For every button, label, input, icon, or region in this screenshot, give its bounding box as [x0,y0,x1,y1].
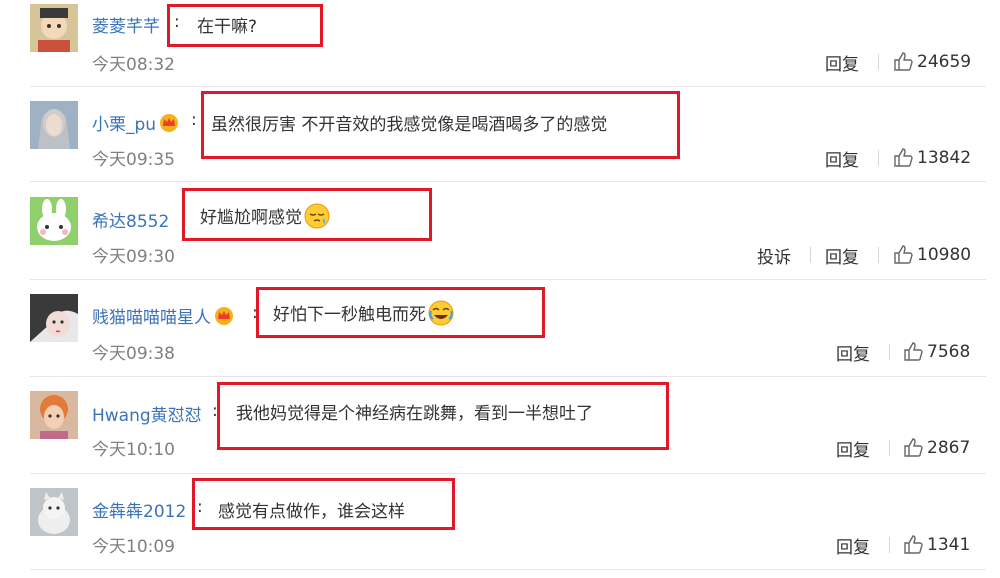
separator [878,54,879,70]
timestamp: 今天09:35 [92,150,175,170]
timestamp: 今天10:09 [92,537,175,557]
thumbs-up-icon[interactable] [903,341,923,361]
timestamp: 今天09:30 [92,247,175,267]
avatar[interactable] [30,4,78,52]
separator [889,344,890,360]
separator [889,440,890,456]
username-link[interactable]: 菱菱芊芊 [92,12,160,37]
divider [30,376,986,377]
separator [889,537,890,553]
crown-icon [160,114,179,132]
thumbs-up-icon[interactable] [893,51,913,71]
highlight-box [192,478,455,530]
report-button[interactable]: 投诉 [757,243,791,268]
divider [30,86,986,87]
like-count: 2867 [927,438,971,458]
reply-button[interactable]: 回复 [836,436,870,461]
thumbs-up-icon[interactable] [903,437,923,457]
crown-icon [215,307,233,325]
username-link[interactable]: 小栗_pu [92,110,179,135]
avatar[interactable] [30,101,78,149]
reply-button[interactable]: 回复 [825,50,859,75]
highlight-box [167,4,323,47]
timestamp: 今天09:38 [92,344,175,364]
divider [30,569,986,570]
like-count: 1341 [927,535,971,555]
avatar[interactable] [30,294,78,342]
reply-button[interactable]: 回复 [825,146,859,171]
highlight-box [201,91,680,159]
timestamp: 今天10:10 [92,440,175,460]
separator [878,247,879,263]
divider [30,279,986,280]
separator [878,150,879,166]
username-link[interactable]: 贱猫喵喵喵星人 [92,303,234,328]
reply-button[interactable]: 回复 [836,533,870,558]
divider [30,181,986,182]
comment-item: 菱菱芊芊 : 在干嘛? 今天08:32 回复 24659 [0,0,1000,96]
avatar[interactable] [30,391,78,439]
avatar[interactable] [30,488,78,536]
like-count: 7568 [927,342,971,362]
username-link[interactable]: 金犇犇2012 [92,497,186,522]
highlight-box [256,287,545,338]
colon: : [191,110,197,130]
like-count: 10980 [917,245,972,265]
reply-button[interactable]: 回复 [825,243,859,268]
username-link[interactable]: Hwang黄怼怼 [92,401,202,426]
reply-button[interactable]: 回复 [836,340,870,365]
thumbs-up-icon[interactable] [903,534,923,554]
thumbs-up-icon[interactable] [893,147,913,167]
avatar[interactable] [30,197,78,245]
separator [810,247,811,263]
highlight-box [217,382,669,450]
username-link[interactable]: 希达8552 [92,207,169,232]
highlight-box [182,188,432,241]
like-count: 24659 [917,52,972,72]
thumbs-up-icon[interactable] [893,244,913,264]
timestamp: 今天08:32 [92,55,175,75]
like-count: 13842 [917,148,972,168]
divider [30,473,986,474]
